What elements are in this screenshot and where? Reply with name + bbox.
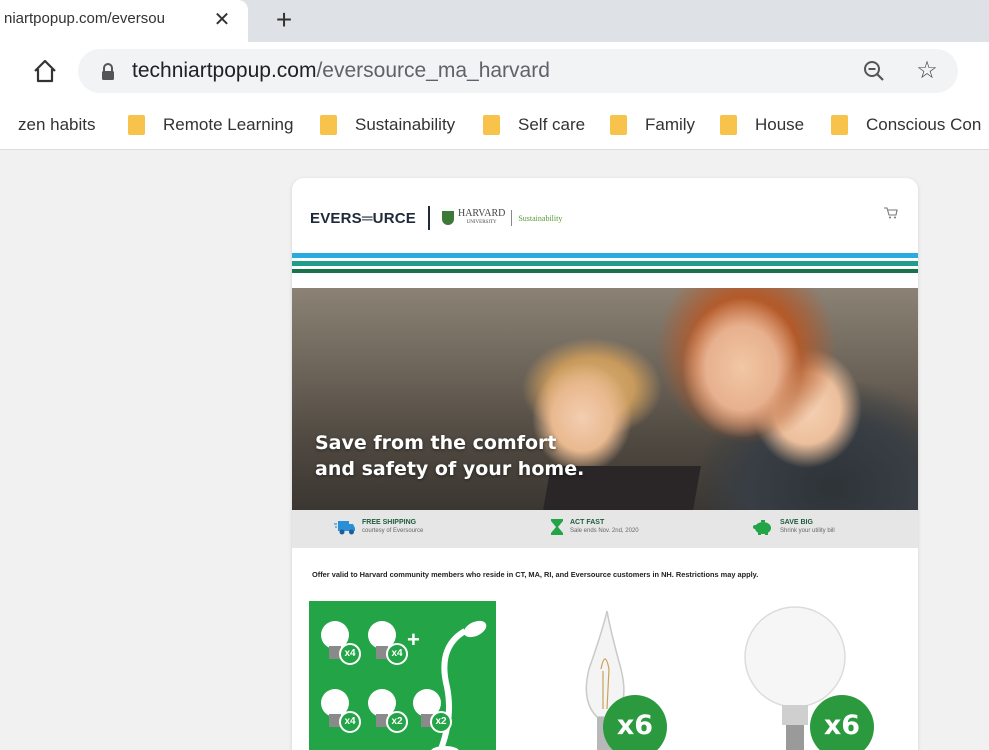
stripe-green — [292, 269, 918, 273]
bookmarks-bar: zen habits Remote Learning Sustainabilit… — [0, 100, 989, 150]
page-viewport[interactable]: EVERS═URCE HARVARD UNIVERSITY Sustainabil… — [0, 151, 989, 750]
harvard-university: UNIVERSITY — [466, 220, 497, 225]
bookmark-star-icon[interactable]: ☆ — [914, 58, 940, 84]
benefit-subtitle: courtesy of Eversource — [362, 528, 424, 534]
url-domain: techniartpopup.com — [132, 59, 317, 82]
brand-stripes — [292, 253, 918, 273]
tab-close-icon[interactable]: ✕ — [210, 8, 234, 32]
bookmark-label: Self care — [518, 115, 586, 134]
lock-icon[interactable] — [100, 63, 116, 81]
hero-banner: Save from the comfort and safety of your… — [292, 288, 918, 510]
tab-strip: niartpopup.com/eversou ✕ + — [0, 0, 989, 42]
browser-tab[interactable]: niartpopup.com/eversou ✕ — [0, 0, 248, 42]
bookmark-family[interactable]: Family — [610, 112, 695, 138]
bookmark-label: Conscious Con — [866, 115, 982, 134]
folder-icon — [610, 115, 627, 135]
folder-icon — [320, 115, 337, 135]
cart-icon[interactable] — [884, 207, 898, 219]
benefit-title: ACT FAST — [570, 519, 605, 526]
hero-line-1: Save from the comfort — [315, 432, 557, 454]
bookmark-label: House — [755, 115, 805, 134]
quantity-badge: x4 — [339, 643, 361, 665]
benefit-title: SAVE BIG — [780, 519, 813, 526]
product-candelabra-bulb[interactable]: x6 — [511, 601, 698, 750]
quantity-badge: x2 — [430, 711, 452, 733]
folder-icon — [720, 115, 737, 135]
plus-sign: + — [407, 627, 420, 652]
bookmark-conscious-con[interactable]: Conscious Con — [831, 112, 981, 138]
benefit-title: FREE SHIPPING — [362, 519, 417, 526]
harvard-shield-icon — [441, 211, 454, 225]
sustainability-label: Sustainability — [518, 213, 563, 223]
hero-headline: Save from the comfort and safety of your… — [315, 430, 584, 482]
url-path: /eversource_ma_harvard — [316, 59, 550, 82]
hourglass-icon — [551, 519, 563, 535]
zoom-out-icon[interactable] — [862, 59, 886, 83]
benefit-text: SAVE BIG Shrink your utility bill — [780, 519, 835, 535]
browser-toolbar: techniartpopup.com/eversource_ma_harvard… — [0, 42, 989, 100]
benefit-text: ACT FAST Sale ends Nov. 2nd, 2020 — [570, 519, 639, 535]
bookmark-remote-learning[interactable]: Remote Learning — [128, 112, 293, 138]
partner-divider — [511, 210, 513, 226]
bookmark-label: Remote Learning — [163, 115, 294, 134]
folder-icon — [831, 115, 848, 135]
bookmark-self-care[interactable]: Self care — [483, 112, 585, 138]
new-tab-icon[interactable]: + — [268, 5, 300, 37]
piggy-bank-icon — [753, 520, 771, 535]
benefit-text: FREE SHIPPING courtesy of Eversource — [362, 519, 423, 535]
bookmark-house[interactable]: House — [720, 112, 804, 138]
eversource-logo[interactable]: EVERS═URCE — [310, 210, 416, 227]
folder-icon — [128, 115, 145, 135]
home-icon[interactable] — [30, 56, 60, 86]
quantity-badge: x2 — [386, 711, 408, 733]
bookmark-sustainability[interactable]: Sustainability — [320, 112, 455, 138]
product-bundle[interactable]: x4 x4 + x4 x2 x2 — [309, 601, 496, 750]
address-bar[interactable]: techniartpopup.com/eversource_ma_harvard… — [78, 49, 958, 93]
benefits-bar: FREE SHIPPING courtesy of Eversource ACT… — [292, 510, 918, 548]
benefit-save-big: SAVE BIG Shrink your utility bill — [752, 518, 835, 536]
logo-divider — [427, 206, 430, 230]
quantity-badge: x6 — [603, 695, 667, 750]
benefit-free-shipping: FREE SHIPPING courtesy of Eversource — [334, 518, 423, 536]
quantity-badge: x4 — [339, 711, 361, 733]
url-text[interactable]: techniartpopup.com/eversource_ma_harvard — [132, 59, 550, 83]
hero-line-2: and safety of your home. — [315, 458, 585, 480]
truck-icon — [334, 521, 355, 535]
benefit-subtitle: Shrink your utility bill — [780, 528, 835, 534]
bookmark-label: zen habits — [18, 115, 96, 134]
folder-icon — [483, 115, 500, 135]
bookmark-label: Family — [645, 115, 696, 134]
offer-disclaimer: Offer valid to Harvard community members… — [312, 570, 759, 579]
benefit-act-fast: ACT FAST Sale ends Nov. 2nd, 2020 — [550, 518, 639, 536]
product-globe-bulb[interactable]: x6 — [720, 601, 907, 750]
benefit-subtitle: Sale ends Nov. 2nd, 2020 — [570, 528, 639, 534]
quantity-badge: x4 — [386, 643, 408, 665]
tab-title: niartpopup.com/eversou — [4, 10, 165, 27]
harvard-logo[interactable]: HARVARD UNIVERSITY — [458, 209, 505, 227]
store-card: EVERS═URCE HARVARD UNIVERSITY Sustainabil… — [292, 178, 918, 750]
bookmark-zen-habits[interactable]: zen habits — [18, 112, 96, 138]
quantity-badge: x6 — [810, 695, 874, 750]
logo-row: EVERS═URCE HARVARD UNIVERSITY Sustainabil… — [310, 206, 562, 230]
bookmark-label: Sustainability — [355, 115, 456, 134]
